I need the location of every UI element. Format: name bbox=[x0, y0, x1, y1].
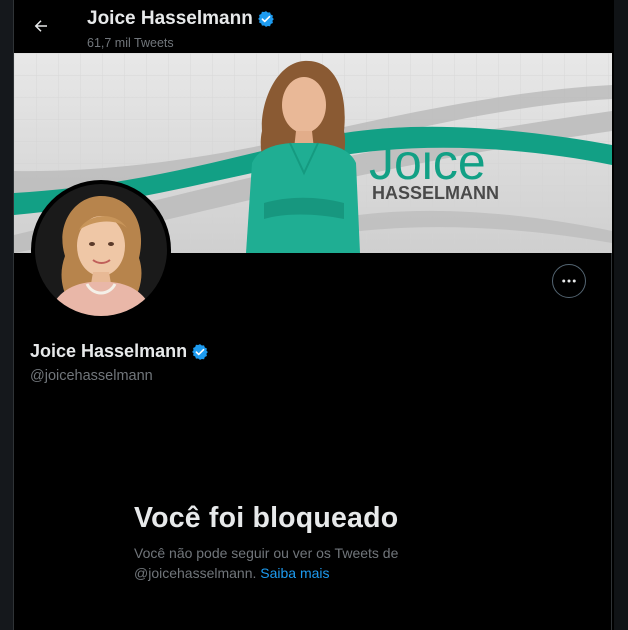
verified-badge-icon bbox=[192, 343, 208, 360]
arrow-left-icon bbox=[34, 20, 47, 32]
tweet-count: 61,7 mil Tweets bbox=[87, 36, 174, 50]
banner-brand-last: HASSELMANN bbox=[372, 183, 499, 203]
more-options-button[interactable] bbox=[552, 264, 586, 298]
profile-handle: @joicehasselmann bbox=[30, 368, 153, 384]
blocked-line2: @joicehasselmann. bbox=[134, 565, 257, 581]
blocked-line1: Você não pode seguir ou ver os Tweets de bbox=[134, 545, 399, 561]
avatar[interactable] bbox=[31, 180, 171, 320]
more-horizontal-icon bbox=[562, 279, 576, 283]
profile-name: Joice Hasselmann bbox=[30, 341, 209, 362]
profile-display-name: Joice Hasselmann bbox=[30, 341, 188, 361]
blocked-title: Você foi bloqueado bbox=[134, 502, 399, 534]
top-header: Joice Hasselmann 61,7 mil Tweets bbox=[14, 0, 612, 53]
page-edge-right bbox=[614, 0, 628, 630]
page-edge-left bbox=[0, 0, 14, 630]
learn-more-link[interactable]: Saiba mais bbox=[260, 565, 329, 581]
blocked-message: Você foi bloqueado Você não pode seguir … bbox=[134, 502, 464, 583]
back-button[interactable] bbox=[24, 9, 58, 43]
blocked-description: Você não pode seguir ou ver os Tweets de… bbox=[134, 543, 464, 583]
profile-column: Joice Hasselmann 61,7 mil Tweets Joice H… bbox=[13, 0, 612, 630]
header-title: Joice Hasselmann bbox=[87, 8, 275, 30]
verified-badge-icon bbox=[257, 11, 274, 27]
banner-brand-first: Joice bbox=[369, 134, 486, 190]
avatar-image bbox=[35, 184, 167, 316]
header-name: Joice Hasselmann bbox=[87, 8, 253, 29]
